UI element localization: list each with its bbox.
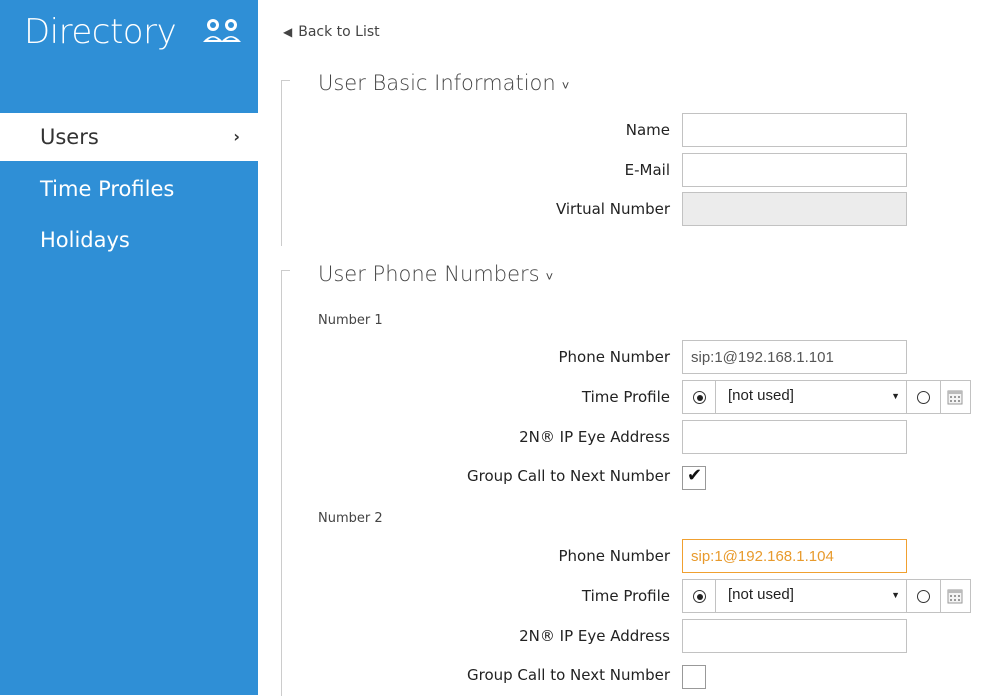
- email-input[interactable]: [682, 153, 907, 187]
- sidebar: Directory Users › Time Profiles Holidays: [0, 0, 258, 695]
- time-profile-2-calendar-button[interactable]: [941, 579, 971, 613]
- section-toggle-phone-numbers[interactable]: User Phone Numbers ˅: [318, 262, 553, 286]
- sidebar-item-holidays[interactable]: Holidays: [0, 216, 258, 264]
- time-profile-1-calendar-button[interactable]: [941, 380, 971, 414]
- virtual-number-label: Virtual Number: [555, 200, 670, 218]
- users-icon: [203, 19, 241, 42]
- section-bracket: [281, 270, 290, 696]
- time-profile-1-select[interactable]: [not used] ▼: [716, 380, 907, 414]
- dropdown-arrow-icon: ▼: [891, 590, 900, 600]
- time-profile-2-select[interactable]: [not used] ▼: [716, 579, 907, 613]
- time-profile-2-radio-select[interactable]: [682, 579, 716, 613]
- sidebar-item-label: Holidays: [40, 228, 130, 252]
- email-label: E-Mail: [624, 161, 670, 179]
- time-profile-1-value: [not used]: [728, 387, 794, 404]
- sidebar-item-users[interactable]: Users ›: [0, 113, 258, 161]
- time-profile-1-radio-calendar[interactable]: [907, 380, 941, 414]
- number-1-heading: Number 1: [318, 313, 383, 328]
- radio-checked-icon: [693, 590, 706, 603]
- arrow-left-icon: ◀: [283, 25, 293, 39]
- chevron-down-icon: ˅: [545, 270, 554, 285]
- ip-eye-address-2-input[interactable]: [682, 619, 907, 653]
- calendar-icon: [947, 589, 963, 604]
- group-call-label: Group Call to Next Number: [467, 467, 670, 485]
- phone-number-1-input[interactable]: [682, 340, 907, 374]
- ip-eye-address-1-input[interactable]: [682, 420, 907, 454]
- phone-number-label: Phone Number: [558, 348, 671, 366]
- number-2-heading: Number 2: [318, 511, 383, 526]
- dropdown-arrow-icon: ▼: [891, 391, 900, 401]
- group-call-1-checkbox[interactable]: ✔: [682, 465, 706, 490]
- virtual-number-input: [682, 192, 907, 226]
- checkmark-icon: ✔: [687, 465, 703, 486]
- section-bracket: [281, 80, 290, 246]
- radio-unchecked-icon: [917, 590, 930, 603]
- sidebar-title: Directory: [24, 12, 177, 52]
- ip-eye-address-label: 2N® IP Eye Address: [519, 627, 670, 645]
- time-profile-label: Time Profile: [581, 587, 670, 605]
- group-call-label: Group Call to Next Number: [467, 666, 670, 684]
- chevron-down-icon: ˅: [561, 79, 570, 94]
- name-label: Name: [625, 121, 670, 139]
- name-input[interactable]: [682, 113, 907, 147]
- radio-checked-icon: [693, 391, 706, 404]
- section-title: User Phone Numbers: [318, 262, 540, 286]
- back-to-list-link[interactable]: ◀ Back to List: [283, 24, 380, 40]
- time-profile-2-radio-calendar[interactable]: [907, 579, 941, 613]
- sidebar-item-label: Users: [40, 125, 99, 149]
- time-profile-1-radio-select[interactable]: [682, 380, 716, 414]
- time-profile-label: Time Profile: [581, 388, 670, 406]
- ip-eye-address-label: 2N® IP Eye Address: [519, 428, 670, 446]
- time-profile-2-value: [not used]: [728, 586, 794, 603]
- radio-unchecked-icon: [917, 391, 930, 404]
- sidebar-item-label: Time Profiles: [40, 177, 175, 201]
- section-title: User Basic Information: [318, 71, 556, 95]
- group-call-2-checkbox[interactable]: [682, 665, 706, 689]
- back-link-label: Back to List: [298, 24, 380, 40]
- sidebar-item-time-profiles[interactable]: Time Profiles: [0, 165, 258, 213]
- section-toggle-basic-info[interactable]: User Basic Information ˅: [318, 71, 569, 95]
- phone-number-2-input[interactable]: [682, 539, 907, 573]
- calendar-icon: [947, 390, 963, 405]
- chevron-right-icon: ›: [233, 127, 240, 146]
- phone-number-label: Phone Number: [558, 547, 671, 565]
